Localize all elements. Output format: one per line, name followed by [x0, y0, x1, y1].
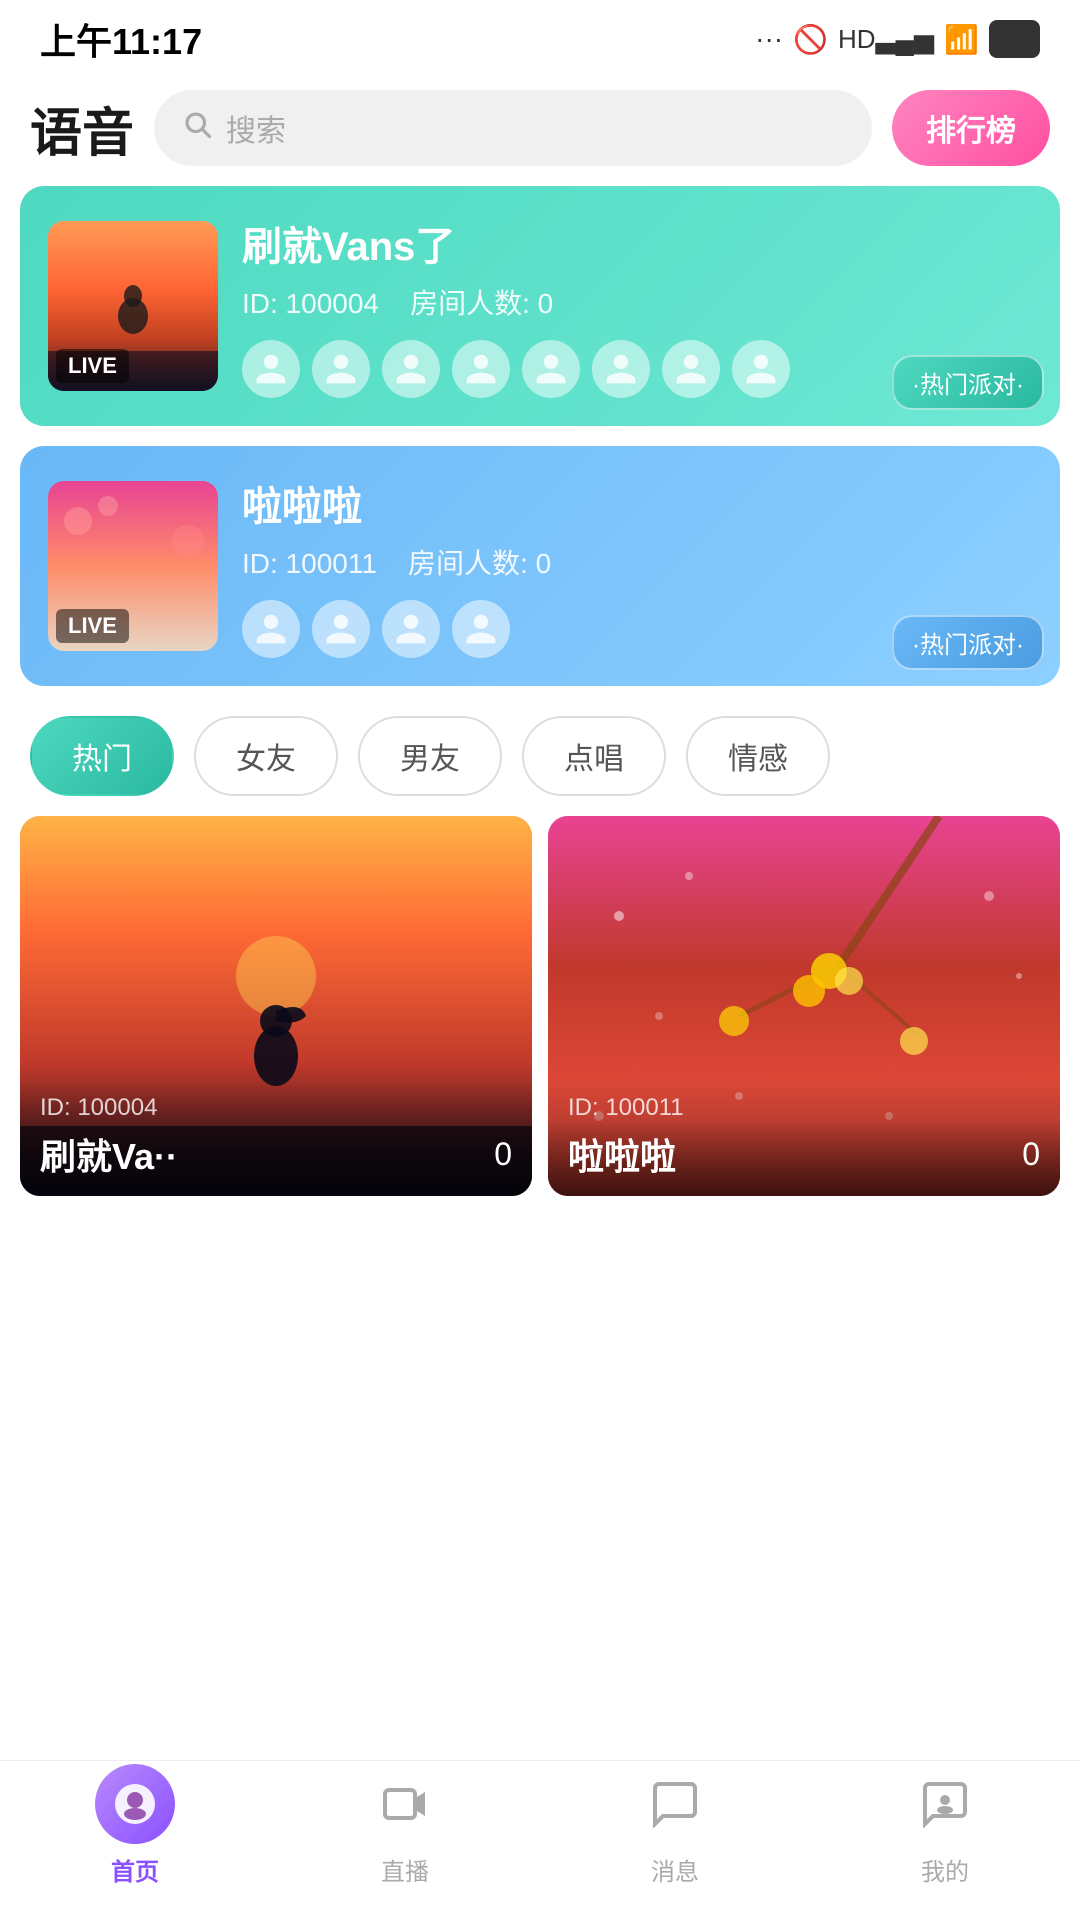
wifi-icon: 📶 — [944, 23, 979, 56]
profile-icon — [921, 1780, 969, 1828]
nav-label-home: 首页 — [111, 1852, 159, 1887]
tab-emotion[interactable]: 情感 — [686, 716, 830, 796]
profile-icon-wrap — [905, 1764, 985, 1844]
card-name-1: 刷就Vans了 — [242, 214, 1032, 272]
grid-card-count-2: 0 — [1022, 1136, 1040, 1173]
live-icon — [381, 1780, 429, 1828]
tab-singalong[interactable]: 点唱 — [522, 716, 666, 796]
hot-tag-2: ·热门派对· — [892, 615, 1044, 670]
card-thumbnail-1: LIVE — [48, 221, 218, 391]
nav-label-profile: 我的 — [921, 1852, 969, 1887]
nav-item-live[interactable]: 直播 — [365, 1764, 445, 1887]
card-meta-1: ID: 100004 房间人数: 0 — [242, 282, 1032, 322]
grid-card-name-1: 刷就Va·· — [40, 1128, 178, 1180]
avatar-slot — [382, 340, 440, 398]
signal-icon: ··· — [755, 23, 783, 55]
header: 语音 搜索 排行榜 — [0, 70, 1080, 186]
network-icon: 🚫 — [793, 23, 828, 56]
nav-item-profile[interactable]: 我的 — [905, 1764, 985, 1887]
grid-card-overlay-1: ID: 100004 刷就Va·· 0 — [20, 1078, 532, 1196]
live-badge-1: LIVE — [56, 349, 129, 383]
hot-tag-1: ·热门派对· — [892, 355, 1044, 410]
message-icon-wrap — [635, 1764, 715, 1844]
avatar-slot — [242, 600, 300, 658]
featured-section: LIVE 刷就Vans了 ID: 100004 房间人数: 0 ·热门派对· — [0, 186, 1080, 686]
avatar-slot — [662, 340, 720, 398]
nav-item-message[interactable]: 消息 — [635, 1764, 715, 1887]
status-icons: ··· 🚫 HD▃▄▅ 📶 99 — [755, 20, 1040, 58]
tab-boyfriend[interactable]: 男友 — [358, 716, 502, 796]
nav-label-message: 消息 — [651, 1852, 699, 1887]
category-tabs: 热门 女友 男友 点唱 情感 — [0, 686, 1080, 816]
live-badge-2: LIVE — [56, 609, 129, 643]
grid-card-overlay-2: ID: 100011 啦啦啦 0 — [548, 1078, 1060, 1196]
grid-card-count-1: 0 — [494, 1136, 512, 1173]
grid-card-1[interactable]: ID: 100004 刷就Va·· 0 — [20, 816, 532, 1196]
nav-label-live: 直播 — [381, 1852, 429, 1887]
grid-card-bottom-1: 刷就Va·· 0 — [40, 1128, 512, 1180]
rank-button[interactable]: 排行榜 — [892, 90, 1050, 166]
grid-card-name-2: 啦啦啦 — [568, 1128, 676, 1180]
home-icon — [111, 1780, 159, 1828]
avatar-slot — [312, 340, 370, 398]
live-icon-wrap — [365, 1764, 445, 1844]
avatar-slot — [522, 340, 580, 398]
grid-card-2[interactable]: ID: 100011 啦啦啦 0 — [548, 816, 1060, 1196]
grid-card-id-1: ID: 100004 — [40, 1094, 512, 1122]
tab-girlfriend[interactable]: 女友 — [194, 716, 338, 796]
nav-item-home[interactable]: 首页 — [95, 1764, 175, 1887]
card-thumbnail-2: LIVE — [48, 481, 218, 651]
home-icon-wrap — [95, 1764, 175, 1844]
avatar-slot — [382, 600, 440, 658]
featured-card-2[interactable]: LIVE 啦啦啦 ID: 100011 房间人数: 0 ·热门派对· — [20, 446, 1060, 686]
card-name-2: 啦啦啦 — [242, 474, 1032, 532]
message-icon — [651, 1780, 699, 1828]
page-title: 语音 — [30, 91, 134, 166]
avatar-slot — [452, 600, 510, 658]
avatar-slot — [592, 340, 650, 398]
signal-bars-icon: HD▃▄▅ — [838, 24, 934, 55]
search-bar[interactable]: 搜索 — [154, 90, 872, 166]
search-placeholder: 搜索 — [226, 106, 286, 150]
grid-card-id-2: ID: 100011 — [568, 1094, 1040, 1122]
grid-section: ID: 100004 刷就Va·· 0 — [0, 816, 1080, 1196]
featured-card-1[interactable]: LIVE 刷就Vans了 ID: 100004 房间人数: 0 ·热门派对· — [20, 186, 1060, 426]
status-bar: 上午11:17 ··· 🚫 HD▃▄▅ 📶 99 — [0, 0, 1080, 70]
avatar-slot — [242, 340, 300, 398]
avatar-slot — [452, 340, 510, 398]
battery-indicator: 99 — [989, 20, 1040, 58]
grid-card-bottom-2: 啦啦啦 0 — [568, 1128, 1040, 1180]
tab-hot[interactable]: 热门 — [30, 716, 174, 796]
status-time: 上午11:17 — [40, 13, 202, 65]
avatar-slot — [732, 340, 790, 398]
card-meta-2: ID: 100011 房间人数: 0 — [242, 542, 1032, 582]
avatar-slot — [312, 600, 370, 658]
bottom-nav: 首页 直播 消息 我的 — [0, 1760, 1080, 1920]
search-icon — [182, 109, 212, 147]
